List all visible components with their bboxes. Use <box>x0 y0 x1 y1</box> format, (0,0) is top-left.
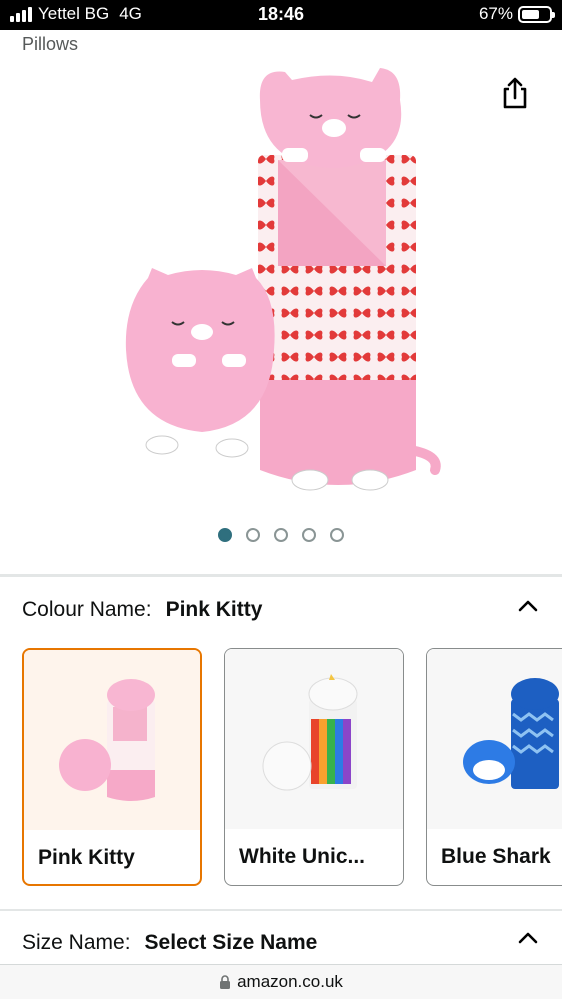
carousel-dot[interactable] <box>274 528 288 542</box>
swatch-name: Pink Kitty <box>38 846 135 869</box>
swatch-white-unicorn[interactable]: White Unic... <box>224 648 404 886</box>
swatch-thumbnail <box>24 650 200 830</box>
colour-value: Pink Kitty <box>165 598 263 621</box>
size-selector-header[interactable]: Size Name: Select Size Name <box>22 923 317 963</box>
share-button[interactable] <box>498 76 532 110</box>
colour-swatches: Pink Kitty White Unic... Blue Shark <box>22 648 562 888</box>
clock: 18:46 <box>257 4 305 24</box>
carousel-dot[interactable] <box>330 528 344 542</box>
swatch-thumbnail <box>427 649 562 829</box>
carousel-dots <box>0 528 562 542</box>
swatch-thumbnail <box>225 649 403 829</box>
category-label: Pillows <box>22 34 79 54</box>
carousel-dot[interactable] <box>302 528 316 542</box>
carousel-dot[interactable] <box>218 528 232 542</box>
swatch-pink-kitty[interactable]: Pink Kitty <box>22 648 202 886</box>
status-bar: Yettel BG 4G 18:46 67% <box>0 0 562 30</box>
size-label: Size Name: <box>22 931 131 954</box>
colour-selector-header[interactable]: Colour Name: Pink Kitty <box>22 590 262 630</box>
swatch-name: White Unic... <box>239 845 365 868</box>
size-value: Select Size Name <box>144 931 318 954</box>
colour-label: Colour Name: <box>22 598 152 621</box>
lock-icon <box>220 975 231 989</box>
product-image[interactable] <box>110 60 450 500</box>
chevron-up-icon[interactable] <box>516 926 540 950</box>
url-domain: amazon.co.uk <box>237 972 343 991</box>
share-icon <box>503 77 527 109</box>
divider <box>0 909 562 911</box>
carousel-dot[interactable] <box>246 528 260 542</box>
swatch-blue-shark[interactable]: Blue Shark <box>426 648 562 886</box>
battery-percent: 67% <box>478 4 513 23</box>
swatch-name: Blue Shark <box>441 845 551 868</box>
battery-icon <box>518 5 555 23</box>
chevron-up-icon[interactable] <box>516 594 540 618</box>
divider <box>0 574 562 577</box>
browser-url-bar[interactable]: amazon.co.uk <box>0 964 562 999</box>
